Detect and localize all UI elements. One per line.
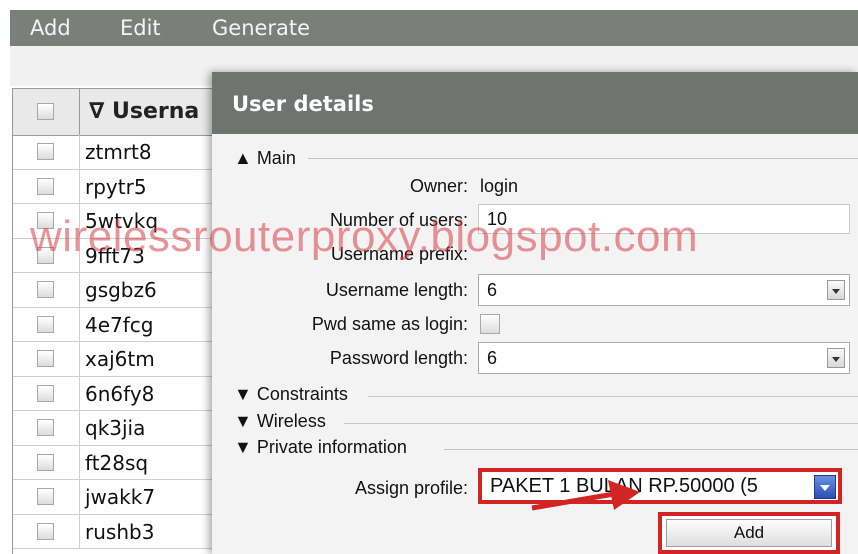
row-checkbox[interactable] bbox=[37, 384, 54, 402]
username-cell: rushb3 bbox=[85, 519, 155, 544]
table-row[interactable]: 5wtvkq bbox=[13, 204, 233, 239]
dialog-titlebar[interactable]: User details bbox=[212, 72, 858, 134]
pwd-same-checkbox[interactable] bbox=[480, 314, 500, 334]
password-length-select[interactable]: 6 bbox=[478, 342, 850, 374]
row-checkbox[interactable] bbox=[37, 143, 54, 160]
pwd-same-label: Pwd same as login: bbox=[311, 314, 468, 334]
column-divider bbox=[79, 238, 80, 272]
column-divider bbox=[79, 445, 80, 479]
row-checkbox[interactable] bbox=[37, 212, 54, 229]
column-divider bbox=[79, 273, 80, 307]
password-length-label: Password length: bbox=[329, 348, 468, 368]
column-divider bbox=[79, 342, 80, 376]
table-row[interactable]: rpytr5 bbox=[13, 169, 233, 204]
owner-value: login bbox=[480, 176, 519, 196]
chevron-down-icon[interactable] bbox=[827, 348, 845, 368]
number-of-users-label: Number of users: bbox=[329, 210, 468, 230]
add-button-highlight: Add bbox=[658, 512, 840, 554]
section-private-info-toggle[interactable]: ▼ Private information bbox=[234, 437, 407, 458]
username-cell: ft28sq bbox=[85, 450, 149, 475]
menu-edit[interactable]: Edit bbox=[120, 16, 161, 40]
row-checkbox[interactable] bbox=[37, 522, 54, 540]
column-divider bbox=[79, 411, 80, 445]
user-table: ∇ Userna ztmrt8 rpytr5 5wtvkq 9fft73 gsgbz6 4… bbox=[12, 88, 233, 554]
assign-profile-label: Assign profile: bbox=[354, 478, 468, 498]
row-checkbox[interactable] bbox=[37, 350, 54, 367]
username-length-select[interactable]: 6 bbox=[478, 274, 850, 306]
table-row[interactable]: rushb3 bbox=[13, 514, 233, 549]
section-divider bbox=[344, 423, 858, 424]
section-divider bbox=[308, 158, 858, 159]
section-constraints-toggle[interactable]: ▼ Constraints bbox=[234, 384, 348, 405]
username-cell: xaj6tm bbox=[85, 347, 155, 371]
row-checkbox[interactable] bbox=[37, 246, 54, 264]
username-prefix-label: Username prefix: bbox=[330, 244, 468, 264]
section-divider bbox=[444, 449, 858, 450]
row-checkbox[interactable] bbox=[37, 177, 54, 195]
table-row[interactable]: jwakk7 bbox=[13, 480, 233, 515]
table-row[interactable]: 9fft73 bbox=[13, 238, 233, 273]
row-checkbox[interactable] bbox=[37, 419, 54, 436]
table-row[interactable]: gsgbz6 bbox=[13, 273, 233, 308]
password-length-value: 6 bbox=[487, 348, 498, 368]
username-cell: 9fft73 bbox=[85, 243, 145, 268]
username-prefix-input[interactable] bbox=[478, 238, 850, 268]
column-divider bbox=[79, 480, 80, 514]
menu-add[interactable]: Add bbox=[30, 16, 71, 40]
dialog-title: User details bbox=[232, 92, 374, 116]
row-checkbox[interactable] bbox=[37, 453, 54, 471]
table-row[interactable]: ztmrt8 bbox=[13, 135, 233, 170]
column-divider bbox=[79, 514, 80, 548]
table-header: ∇ Userna bbox=[13, 88, 233, 136]
username-cell: jwakk7 bbox=[85, 485, 156, 509]
username-cell: 5wtvkq bbox=[85, 209, 159, 233]
table-row[interactable]: qk3jia bbox=[13, 411, 233, 446]
menu-generate[interactable]: Generate bbox=[212, 16, 310, 40]
section-wireless-toggle[interactable]: ▼ Wireless bbox=[234, 411, 326, 432]
column-divider bbox=[79, 89, 80, 135]
column-divider bbox=[79, 376, 80, 410]
owner-label: Owner: bbox=[409, 176, 468, 196]
section-divider bbox=[368, 396, 858, 397]
red-arrow-icon bbox=[531, 480, 640, 511]
row-checkbox[interactable] bbox=[37, 315, 54, 333]
add-button[interactable]: Add bbox=[666, 519, 832, 547]
chevron-down-icon[interactable] bbox=[827, 280, 845, 300]
table-row[interactable]: ft28sq bbox=[13, 445, 233, 480]
select-all-checkbox[interactable] bbox=[37, 103, 54, 120]
column-divider bbox=[79, 169, 80, 203]
username-cell: gsgbz6 bbox=[85, 278, 157, 302]
table-row[interactable]: xaj6tm bbox=[13, 342, 233, 377]
column-divider bbox=[79, 204, 80, 238]
username-cell: 4e7fcg bbox=[85, 312, 154, 337]
row-checkbox[interactable] bbox=[37, 488, 54, 505]
table-row[interactable]: 4e7fcg bbox=[13, 307, 233, 342]
username-length-label: Username length: bbox=[325, 280, 468, 300]
column-divider bbox=[79, 307, 80, 341]
section-main-toggle[interactable]: ▲ Main bbox=[234, 148, 296, 169]
username-cell: rpytr5 bbox=[85, 174, 147, 199]
menu-bar: Add Edit Generate bbox=[10, 10, 858, 46]
number-of-users-input[interactable]: 10 bbox=[478, 204, 850, 234]
table-rows: ztmrt8 rpytr5 5wtvkq 9fft73 gsgbz6 4e7fcg xaj6… bbox=[13, 135, 233, 549]
table-row[interactable]: 6n6fy8 bbox=[13, 376, 233, 411]
username-cell: ztmrt8 bbox=[85, 140, 152, 164]
username-cell: qk3jia bbox=[85, 416, 146, 440]
column-divider bbox=[79, 135, 80, 169]
username-column-header[interactable]: ∇ Userna bbox=[89, 99, 199, 124]
username-length-value: 6 bbox=[487, 280, 498, 300]
chevron-down-icon[interactable] bbox=[814, 475, 836, 499]
row-checkbox[interactable] bbox=[37, 281, 54, 298]
username-cell: 6n6fy8 bbox=[85, 381, 155, 406]
